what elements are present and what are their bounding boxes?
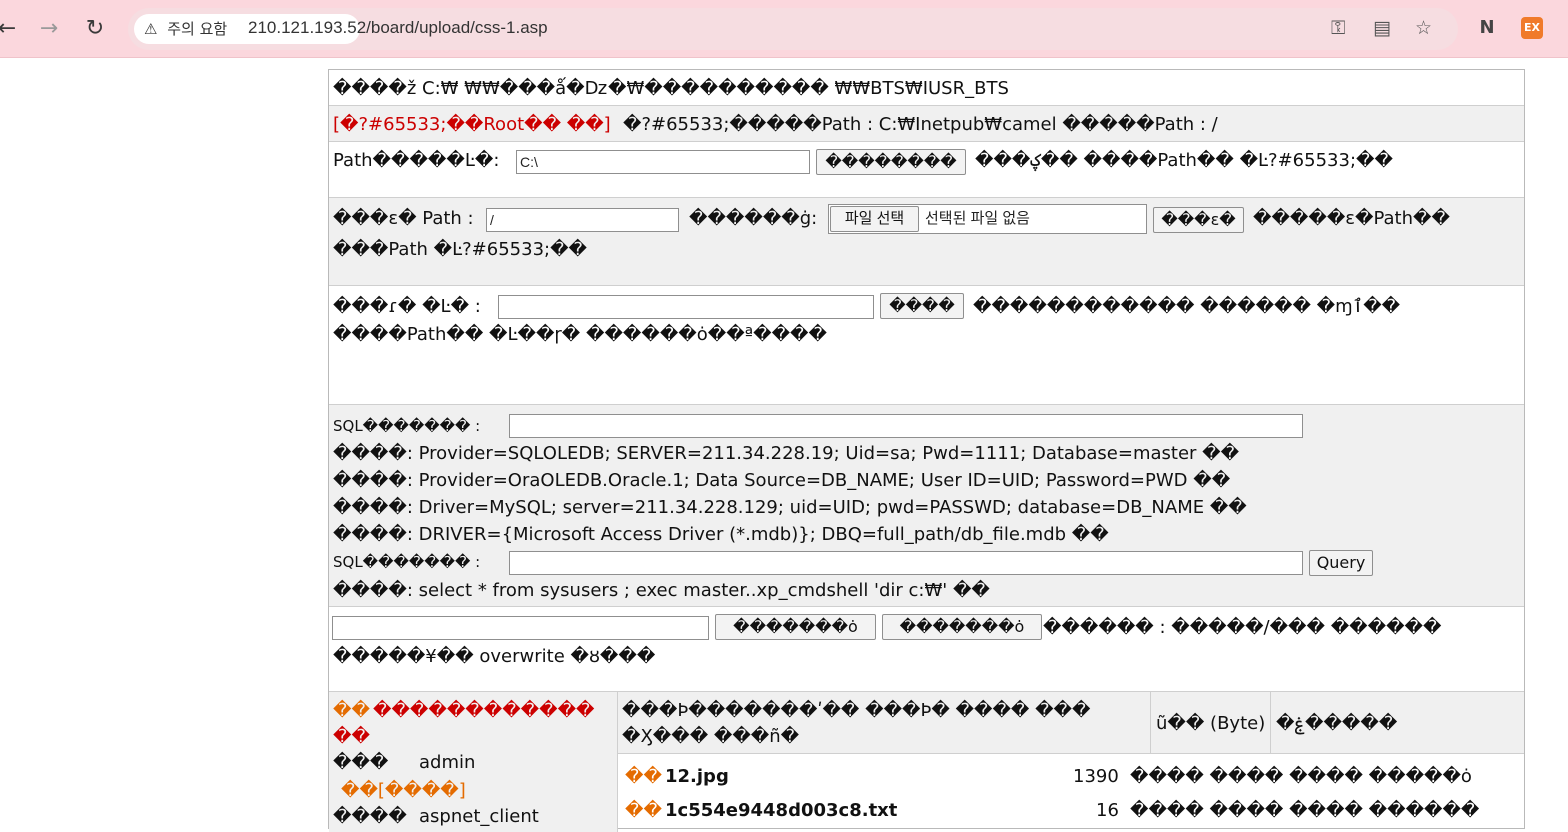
security-label: 주의 요함 [167, 20, 228, 38]
path-change-label: Path�����Ŀ�: [333, 150, 500, 171]
name-column-header: ���Þ�������ʹ�� ���Þ� ���� ��� [622, 700, 1091, 721]
shell-page: ����ž C:₩ ₩₩���ǻ�ǲ�₩���������� ₩₩BTS₩IUS… [328, 69, 1525, 832]
folder-icon: ��� [333, 752, 389, 773]
sql-row: SQL������� : ����: Provider=SQLOLEDB; SE… [329, 405, 1524, 607]
column-divider [1150, 692, 1151, 753]
back-icon[interactable]: ← [0, 14, 22, 44]
sql-connection-input[interactable] [509, 414, 1303, 438]
reload-icon[interactable]: ↻ [80, 14, 110, 44]
file-icon: �� [625, 766, 662, 787]
server-info-text: ����ž C:₩ ₩₩���ǻ�ǲ�₩���������� ₩₩BTS₩IUS… [333, 78, 1009, 99]
path-info-text: �?#65533;�����Path : C:₩Inetpub₩camel ��… [623, 114, 1218, 135]
path-change-help: ���ؼ�� ����Path�� �Ŀ?#65533;�� [975, 150, 1393, 171]
column-divider [1270, 692, 1271, 753]
no-file-text: 선택된 파일 없음 [925, 210, 1030, 227]
copy-move-row: �������ȯ �������ȯ ������ : �����/��� ���… [329, 607, 1524, 692]
copy-button[interactable]: �������ȯ [715, 614, 876, 640]
folder-panel: �� ������������ �� ��� admin ��[����] ��… [329, 692, 617, 832]
browser-toolbar: ← → ↻ ⚠ 주의 요함 210.121.193.52/board/uploa… [0, 0, 1568, 58]
upload-help: �����ε�Path�� [1253, 208, 1450, 229]
bookmark-star-icon[interactable]: ☆ [1415, 17, 1432, 39]
upload-help-line2: ���Path �Ŀ?#65533;�� [333, 239, 587, 260]
size-column-header: ũ�� (Byte) [1156, 713, 1266, 734]
file-browser: �� ������������ �� ��� admin ��[����] ��… [329, 692, 1524, 832]
upload-path-label: ���ε� Path : [333, 208, 474, 229]
folder-name[interactable]: admin [419, 752, 475, 773]
command-run-button[interactable]: ���� [880, 293, 964, 319]
sql-example-line: ����: Driver=MySQL; server=211.34.228.12… [333, 497, 1247, 518]
file-size: 16 [1096, 800, 1119, 821]
file-size: 1390 [1073, 766, 1119, 787]
name-column-header-line2: �Ӽ��� ���ñ� [622, 726, 800, 747]
path-input[interactable]: C:\ [516, 150, 810, 174]
path-info-row: [�?#65533;��Root�� ��] �?#65533;�����Pat… [329, 106, 1524, 142]
command-label: ���ɾ� �Ŀ� : [333, 296, 481, 317]
address-bar[interactable]: ⚠ 주의 요함 210.121.193.52/board/upload/css-… [128, 8, 1458, 50]
sql-example-line: ����: Provider=OraOLEDB.Oracle.1; Data S… [333, 470, 1231, 491]
command-row: ���ɾ� �Ŀ� : ���� ������������ ������ �ɱٱ… [329, 286, 1524, 405]
root-link[interactable]: [�?#65533;��Root�� ��] [333, 114, 611, 135]
parent-folder-link[interactable]: ��[����] [341, 780, 466, 801]
url-text[interactable]: 210.121.193.52/board/upload/css-1.asp [248, 18, 548, 38]
copy-target-input[interactable] [332, 616, 709, 640]
date-column-header: �ۼ����� [1276, 713, 1398, 734]
file-list-header: ���Þ�������ʹ�� ���Þ� ���� ��� �Ӽ��� ���ñ… [618, 692, 1524, 754]
command-help: ������������ ������ �ɱٱ�� [973, 296, 1401, 317]
file-picker[interactable]: 파일 선택 선택된 파일 없음 [828, 204, 1147, 234]
upload-path-input[interactable]: / [486, 208, 679, 232]
copy-move-help: ������ : �����/��� ������ [1043, 617, 1442, 638]
forward-icon[interactable]: → [34, 14, 64, 44]
sql-example-line: ����: DRIVER={Microsoft Access Driver (*… [333, 524, 1109, 545]
move-button[interactable]: �������ȯ [882, 614, 1042, 640]
sql-connection-label: SQL������� : [333, 417, 481, 435]
file-attributes: ���� ���� ���� ������ [1130, 800, 1480, 821]
command-help-line2: ����Path�� �Ŀ��ɼ� ������ȯ��ª���� [333, 324, 827, 345]
path-change-row: Path�����Ŀ�: C:\ �������� ���ؼ�� ����Pat… [329, 142, 1524, 198]
sql-query-example: ����: select * from sysusers ; exec mast… [333, 580, 990, 601]
server-info-row: ����ž C:₩ ₩₩���ǻ�ǲ�₩���������� ₩₩BTS₩IUS… [329, 70, 1524, 106]
sql-example-line: ����: Provider=SQLOLEDB; SERVER=211.34.2… [333, 443, 1240, 464]
copy-move-help-line2: �����¥�� overwrite �ȣ��� [333, 646, 656, 667]
key-icon[interactable]: ⚿ [1331, 17, 1345, 39]
extension-n-icon[interactable]: N [1476, 17, 1498, 39]
choose-file-button[interactable]: 파일 선택 [830, 206, 919, 232]
file-name[interactable]: 12.jpg [665, 766, 729, 787]
translate-icon[interactable]: ▤ [1373, 17, 1391, 39]
file-attributes: ���� ���� ���� �����ȯ [1130, 766, 1472, 787]
upload-button[interactable]: ���ε� [1153, 207, 1244, 233]
path-change-button[interactable]: �������� [816, 149, 966, 175]
file-name[interactable]: 1c554e9448d003c8.txt [665, 800, 897, 821]
folder-header-icon: �� [333, 700, 370, 721]
command-input[interactable] [498, 295, 874, 319]
file-icon: �� [625, 800, 662, 821]
warning-icon: ⚠ [144, 20, 158, 38]
sql-query-label: SQL������� : [333, 553, 481, 571]
extension-ex-icon[interactable]: EX [1521, 17, 1543, 39]
query-button[interactable]: Query [1309, 550, 1373, 576]
folder-header: ������������ [373, 700, 595, 721]
sql-query-input[interactable] [509, 551, 1303, 575]
upload-file-label: ������ġ: [689, 208, 818, 229]
folder-header-line2: �� [333, 726, 370, 747]
upload-row: ���ε� Path : / ������ġ: 파일 선택 선택된 파일 없음 … [329, 198, 1524, 286]
